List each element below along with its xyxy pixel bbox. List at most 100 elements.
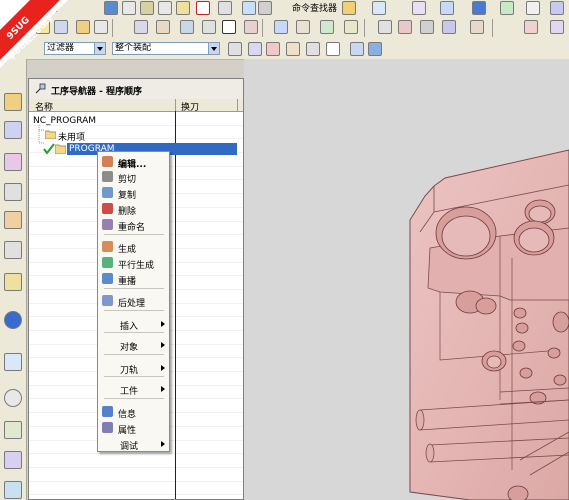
select-icon[interactable] (248, 42, 262, 56)
menu-item[interactable]: 调试 (98, 437, 169, 452)
menu-item[interactable]: 刀轨 (98, 361, 169, 376)
menu-item[interactable]: 工件 (98, 382, 169, 397)
menu-item-label: 属性 (118, 426, 137, 436)
table-row[interactable] (29, 468, 243, 482)
geometry-view-icon[interactable] (180, 20, 194, 34)
table-row[interactable] (29, 482, 243, 496)
menu-item[interactable]: 平行生成 (98, 256, 169, 271)
edit-icon (102, 156, 113, 167)
menu-item[interactable]: 生成 (98, 240, 169, 255)
operation-navigator-icon[interactable] (4, 183, 22, 201)
verify-icon[interactable] (296, 20, 310, 34)
graphics-window[interactable] (244, 59, 569, 500)
internet-icon[interactable] (4, 311, 22, 329)
history-icon[interactable] (4, 273, 22, 291)
menu-item[interactable]: 剪切 (98, 170, 169, 185)
create-method-icon[interactable] (94, 20, 108, 34)
render-icon[interactable] (500, 1, 514, 15)
postprocess-icon[interactable] (320, 20, 334, 34)
shop-doc-icon[interactable] (344, 20, 358, 34)
resource-bar (0, 59, 27, 500)
clock-icon[interactable] (4, 389, 22, 407)
feed-icon[interactable] (378, 20, 392, 34)
assembly-navigator-icon[interactable] (4, 93, 22, 111)
menu-separator (104, 310, 164, 311)
snap-end-icon[interactable] (286, 42, 300, 56)
menu-separator (104, 398, 164, 399)
check-icon (43, 143, 55, 155)
solid-icon[interactable] (350, 42, 364, 56)
menu-item[interactable]: 删除 (98, 202, 169, 217)
paste-icon[interactable] (176, 1, 190, 15)
undo-icon[interactable] (218, 1, 232, 15)
copy-icon (102, 187, 113, 198)
program-folder-icon (55, 144, 66, 154)
copy-object-icon[interactable] (442, 20, 456, 34)
menu-item[interactable]: 编辑... (98, 155, 169, 170)
menu-item-label: 工件 (120, 387, 139, 397)
table-row[interactable] (29, 454, 243, 468)
more-icon[interactable] (550, 1, 564, 15)
menu-item-label: 对象 (120, 343, 139, 353)
assembly-select-value: 整个装配 (115, 43, 152, 53)
menu-item-label: 刀轨 (120, 366, 139, 376)
copy-icon[interactable] (158, 1, 172, 15)
paste-object-icon[interactable] (470, 20, 484, 34)
close-icon[interactable] (222, 20, 236, 34)
flag-icon[interactable] (524, 20, 538, 34)
snap-icon[interactable] (372, 1, 386, 15)
replay-icon[interactable] (274, 20, 288, 34)
method-view-icon[interactable] (202, 20, 216, 34)
help-icon[interactable] (4, 353, 22, 371)
cube-icon[interactable] (472, 1, 486, 15)
snap-mid-icon[interactable] (306, 42, 320, 56)
column-separator[interactable] (175, 99, 176, 111)
snap-point-icon[interactable] (266, 42, 280, 56)
parallel-generate-icon (102, 257, 113, 268)
body-icon[interactable] (368, 42, 382, 56)
generate-icon[interactable] (244, 20, 258, 34)
star-icon[interactable] (342, 1, 356, 15)
program-order-view-icon[interactable] (134, 20, 148, 34)
menu-item[interactable]: 对象 (98, 338, 169, 353)
system-materials-icon[interactable] (4, 481, 22, 499)
view-icon[interactable] (412, 1, 426, 15)
command-finder[interactable]: 命令查找器 (292, 1, 337, 14)
cut-icon[interactable] (140, 1, 154, 15)
machine-tool-view-icon[interactable] (156, 20, 170, 34)
save-icon[interactable] (104, 1, 118, 15)
assembly-select[interactable]: 整个装配 (112, 42, 220, 55)
window-icon[interactable] (526, 1, 540, 15)
roles-icon[interactable] (4, 451, 22, 469)
toolbar-separator (112, 19, 113, 37)
part-navigator-icon[interactable] (4, 153, 22, 171)
menu-item[interactable]: 属性 (98, 421, 169, 436)
edit-object-icon[interactable] (398, 20, 412, 34)
menu-item[interactable]: 重命名 (98, 218, 169, 233)
process-studio-icon[interactable] (4, 421, 22, 439)
gear-icon[interactable] (228, 42, 242, 56)
cursor-icon[interactable] (258, 1, 272, 15)
menu-item[interactable]: 复制 (98, 186, 169, 201)
menu-item[interactable]: 信息 (98, 405, 169, 420)
menu-item[interactable]: 后处理 (98, 294, 169, 309)
reuse-library-icon[interactable] (4, 241, 22, 259)
layer-icon[interactable] (440, 1, 454, 15)
delete-icon[interactable] (196, 1, 210, 15)
constraint-navigator-icon[interactable] (4, 121, 22, 139)
print-icon[interactable] (122, 1, 136, 15)
box-select-icon[interactable] (326, 42, 340, 56)
chevron-right-icon (161, 386, 165, 392)
redo-icon[interactable] (242, 1, 256, 15)
chevron-right-icon (161, 321, 165, 327)
cut-object-icon[interactable] (420, 20, 434, 34)
column-separator[interactable] (237, 99, 238, 111)
machine-navigator-icon[interactable] (4, 211, 22, 229)
arrow-icon[interactable] (550, 20, 564, 34)
table-row[interactable] (29, 495, 243, 499)
menu-separator (104, 288, 164, 289)
part-model[interactable] (244, 59, 569, 500)
tree-node-unused[interactable]: 未用项 (58, 130, 85, 143)
menu-item[interactable]: 插入 (98, 317, 169, 332)
menu-item[interactable]: 重播 (98, 272, 169, 287)
